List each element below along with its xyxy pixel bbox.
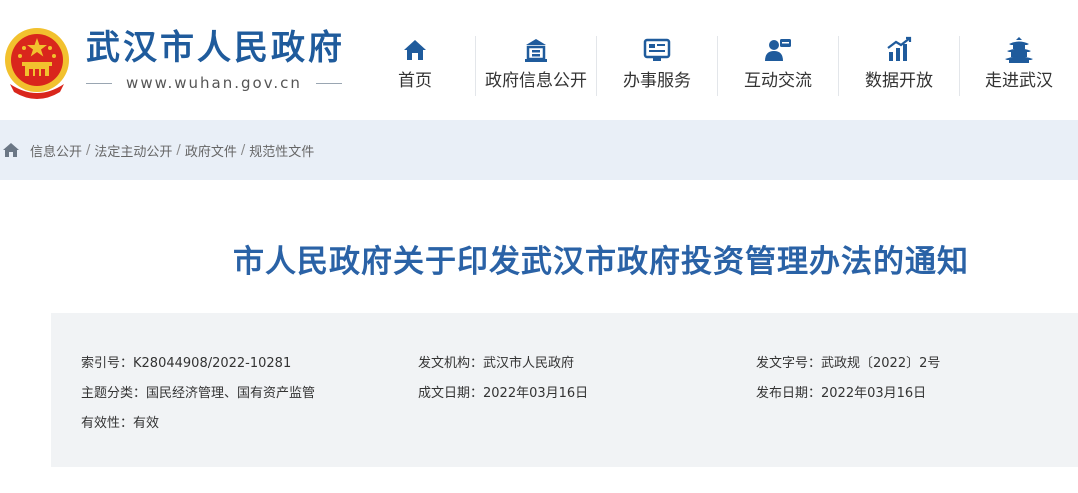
nav-item-home[interactable]: 首页 xyxy=(375,32,455,98)
home-icon xyxy=(404,40,426,60)
document-meta-box: 索引号：K28044908/2022-10281 发文机构：武汉市人民政府 发文… xyxy=(51,313,1078,467)
home-icon[interactable] xyxy=(2,142,20,158)
site-header: 武汉市人民政府 www.wuhan.gov.cn 首页 政府信息公开 办事服务 … xyxy=(0,0,1078,120)
meta-row: 主题分类：国民经济管理、国有资产监管 成文日期：2022年03月16日 发布日期… xyxy=(51,384,1078,404)
meta-label: 有效性： xyxy=(81,416,134,431)
nav-item-label: 走进武汉 xyxy=(985,71,1053,91)
meta-value: 有效 xyxy=(133,416,160,431)
meta-label: 主题分类： xyxy=(81,386,147,401)
tower-icon xyxy=(1005,37,1033,63)
meta-validity: 有效性：有效 xyxy=(81,414,159,434)
meta-label: 索引号： xyxy=(81,356,134,371)
article-title: 市人民政府关于印发武汉市政府投资管理办法的通知 xyxy=(233,244,969,280)
nav-item-label: 首页 xyxy=(398,71,432,91)
meta-value: K28044908/2022-10281 xyxy=(133,356,292,371)
divider xyxy=(316,83,342,84)
meta-value: 武政规〔2022〕2号 xyxy=(821,356,941,371)
nav-item-label: 数据开放 xyxy=(865,71,933,91)
bar-chart-icon xyxy=(887,36,912,61)
meta-category: 主题分类：国民经济管理、国有资产监管 xyxy=(81,384,315,404)
meta-issuer: 发文机构：武汉市人民政府 xyxy=(418,354,574,374)
breadcrumb-separator: / xyxy=(240,142,246,158)
meta-row: 索引号：K28044908/2022-10281 发文机构：武汉市人民政府 发文… xyxy=(51,354,1078,374)
breadcrumb-separator: / xyxy=(176,142,181,158)
site-name[interactable]: 武汉市人民政府 xyxy=(86,28,345,68)
nav-item-interaction[interactable]: 互动交流 xyxy=(718,32,838,98)
nav-item-label: 办事服务 xyxy=(623,71,691,91)
meta-publish-date: 发布日期：2022年03月16日 xyxy=(756,384,926,404)
breadcrumb-bar: 信息公开 / 法定主动公开 / 政府文件 / 规范性文件 xyxy=(0,120,1078,180)
breadcrumb-item-info-disclosure[interactable]: 信息公开 xyxy=(30,141,82,160)
meta-label: 成文日期： xyxy=(418,386,484,401)
monitor-icon xyxy=(643,38,671,61)
site-url-text: www.wuhan.gov.cn xyxy=(126,74,302,92)
divider xyxy=(86,83,112,84)
national-emblem-icon[interactable] xyxy=(2,26,72,100)
nav-item-open-data[interactable]: 数据开放 xyxy=(839,32,959,98)
meta-value: 2022年03月16日 xyxy=(821,386,927,401)
nav-item-services[interactable]: 办事服务 xyxy=(597,32,717,98)
meta-doc-no: 发文字号：武政规〔2022〕2号 xyxy=(756,354,940,374)
nav-item-gov-info[interactable]: 政府信息公开 xyxy=(476,32,596,98)
meta-label: 发文字号： xyxy=(756,356,822,371)
site-url: www.wuhan.gov.cn xyxy=(86,73,342,93)
breadcrumb-item-statutory[interactable]: 法定主动公开 xyxy=(94,141,172,160)
breadcrumb-item-normative-documents[interactable]: 规范性文件 xyxy=(249,141,314,160)
nav-item-label: 政府信息公开 xyxy=(485,71,587,91)
user-chat-icon xyxy=(765,39,791,61)
meta-value: 国民经济管理、国有资产监管 xyxy=(146,386,316,401)
meta-index-no: 索引号：K28044908/2022-10281 xyxy=(81,354,291,374)
meta-label: 发布日期： xyxy=(756,386,822,401)
nav-item-about-wuhan[interactable]: 走进武汉 xyxy=(960,32,1078,98)
breadcrumb: 信息公开 / 法定主动公开 / 政府文件 / 规范性文件 xyxy=(0,140,314,160)
article-title-wrap: 市人民政府关于印发武汉市政府投资管理办法的通知 xyxy=(0,240,1078,284)
breadcrumb-item-gov-documents[interactable]: 政府文件 xyxy=(185,141,237,160)
building-icon xyxy=(525,39,547,62)
meta-label: 发文机构： xyxy=(418,356,484,371)
main-nav: 首页 政府信息公开 办事服务 互动交流 数据开放 走进武汉 xyxy=(355,32,1078,98)
meta-value: 武汉市人民政府 xyxy=(483,356,575,371)
nav-item-label: 互动交流 xyxy=(744,71,812,91)
breadcrumb-separator: / xyxy=(86,142,91,158)
meta-written-date: 成文日期：2022年03月16日 xyxy=(418,384,588,404)
meta-row: 有效性：有效 xyxy=(51,414,1078,434)
meta-value: 2022年03月16日 xyxy=(483,386,589,401)
